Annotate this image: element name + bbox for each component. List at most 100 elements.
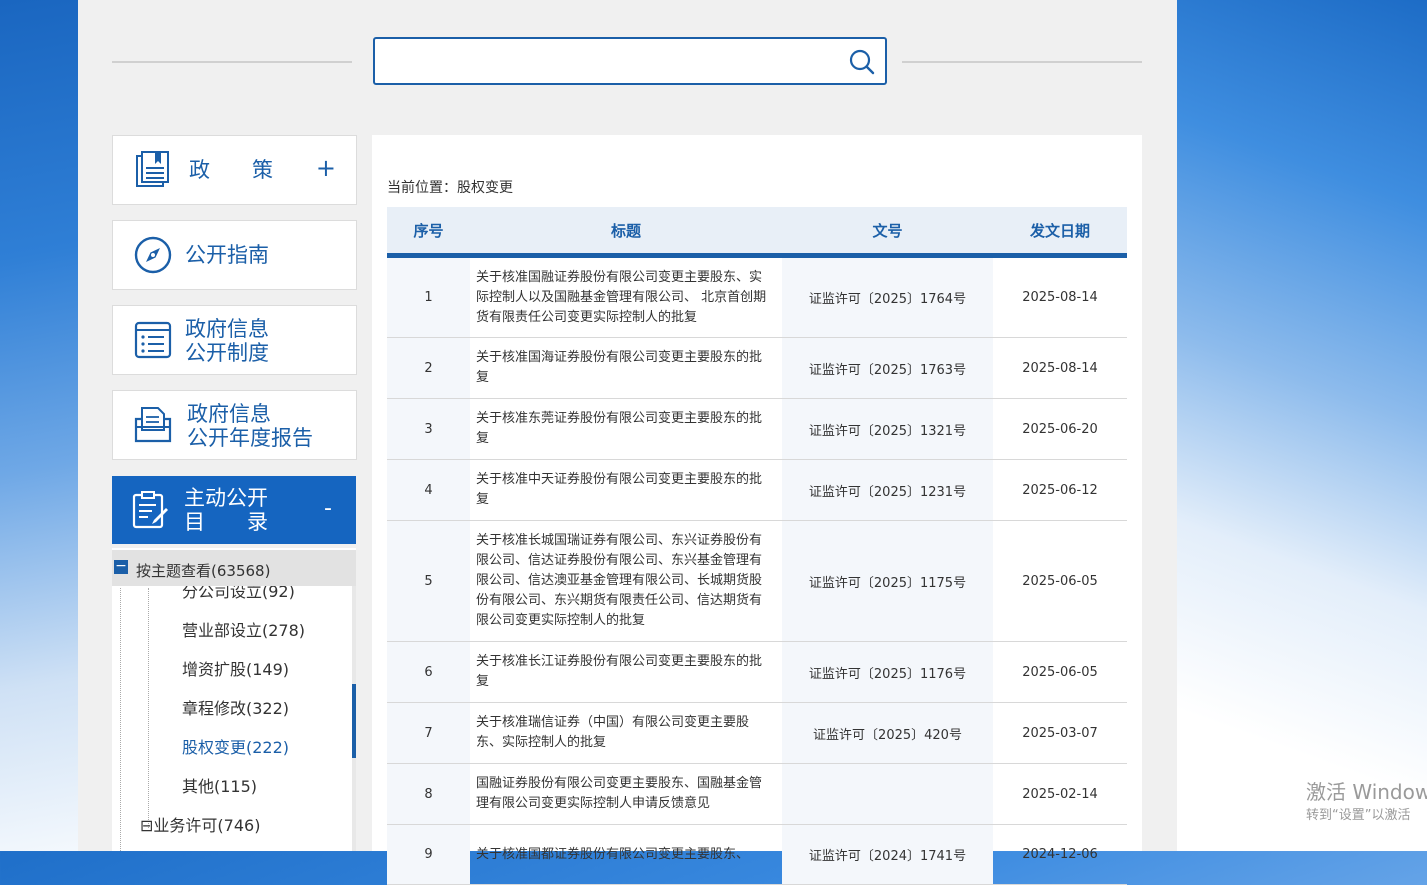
sidebar-card-label-line2: 公开制度 [185,341,269,365]
row-date: 2025-06-12 [993,459,1127,521]
title-link[interactable]: 关于核准瑞信证券（中国）有限公司变更主要股东、实际控制人的批复 [476,715,749,750]
row-doc-number: 证监许可〔2025〕1175号 [782,520,993,642]
divider-left [112,61,352,63]
tree-item[interactable]: 章程修改(322) [182,695,289,719]
row-index: 8 [387,763,470,825]
row-date: 2025-03-07 [993,702,1127,764]
table-row[interactable]: 1 关于核准国融证券股份有限公司变更主要股东、实际控制人以及国融基金管理有限公司、… [387,255,1127,338]
row-title-link[interactable]: 关于核准国都证券股份有限公司变更主要股东、 [470,824,782,885]
table-row[interactable]: 3 关于核准东莞证券股份有限公司变更主要股东的批复 证监许可〔2025〕1321号 2… [387,398,1127,460]
row-title-link[interactable]: 关于核准长城国瑞证券有限公司、东兴证券股份有限公司、信达证券股份有限公司、东兴基… [470,520,782,642]
background-left [0,0,78,851]
row-index: 3 [387,398,470,460]
windows-activation-hint: 转到“设置”以激活 [1306,808,1411,823]
row-title-link[interactable]: 关于核准长江证券股份有限公司变更主要股东的批复 [470,641,782,703]
sidebar-card-label: 公开指南 [185,243,269,267]
sidebar-card-policy[interactable]: 政 策 + [112,135,357,205]
row-date: 2025-06-20 [993,398,1127,460]
row-title-link[interactable]: 国融证券股份有限公司变更主要股东、国融基金管理有限公司变更实际控制人申请反馈意见 [470,763,782,825]
title-link[interactable]: 关于核准国海证券股份有限公司变更主要股东的批复 [476,350,762,385]
table-row[interactable]: 2 关于核准国海证券股份有限公司变更主要股东的批复 证监许可〔2025〕1763号 2… [387,337,1127,399]
row-title-link[interactable]: 关于核准国融证券股份有限公司变更主要股东、实际控制人以及国融基金管理有限公司、 … [470,255,782,338]
column-header-index: 序号 [387,207,470,258]
tree-item[interactable]: 增资扩股(149) [182,656,289,680]
sidebar-card-annual-report[interactable]: 政府信息 公开年度报告 [112,390,357,460]
title-link[interactable]: 关于核准国融证券股份有限公司变更主要股东、实际控制人以及国融基金管理有限公司、 … [476,270,766,325]
tree-item[interactable]: 其他(115) [182,773,257,797]
sidebar-card-label: 政 策 [189,158,273,182]
row-title-link[interactable]: 关于核准中天证券股份有限公司变更主要股东的批复 [470,459,782,521]
tree-guide-line [148,588,149,828]
table-row[interactable]: 4 关于核准中天证券股份有限公司变更主要股东的批复 证监许可〔2025〕1231号 2… [387,459,1127,521]
column-header-title: 标题 [470,207,782,258]
sidebar-card-label-line1: 政府信息 [187,402,271,426]
row-index: 4 [387,459,470,521]
content-panel: 当前位置：股权变更 序号 标题 文号 发文日期 1 关于核准国融证券股份有限公司变… [372,135,1142,885]
search-box [373,37,887,85]
row-index: 6 [387,641,470,703]
sidebar-card-label-line1: 政府信息 [185,317,269,341]
row-index: 9 [387,824,470,885]
divider-right [902,61,1142,63]
row-doc-number: 证监许可〔2025〕1321号 [782,398,993,460]
table-row[interactable]: 5 关于核准长城国瑞证券有限公司、东兴证券股份有限公司、信达证券股份有限公司、东兴… [387,520,1127,642]
row-doc-number: 证监许可〔2025〕420号 [782,702,993,764]
table-row[interactable]: 9 关于核准国都证券股份有限公司变更主要股东、 证监许可〔2024〕1741号 202… [387,824,1127,885]
tree-scrollbar-thumb[interactable] [352,684,356,758]
row-date: 2025-08-14 [993,337,1127,399]
expand-icon[interactable]: + [316,156,336,180]
row-index: 1 [387,255,470,338]
tree-item[interactable]: 营业部设立(278) [182,617,305,641]
sidebar-card-active-catalog[interactable]: 主动公开 目 录 - [112,476,356,544]
book-icon [136,151,169,187]
row-title-link[interactable]: 关于核准瑞信证券（中国）有限公司变更主要股东、实际控制人的批复 [470,702,782,764]
topic-tree: 分公司设立(92) − 按主题查看(63568) 营业部设立(278) 增资扩股… [112,548,356,851]
results-table: 序号 标题 文号 发文日期 1 关于核准国融证券股份有限公司变更主要股东、实际控制… [387,207,1127,885]
column-header-date: 发文日期 [993,207,1127,258]
sidebar-card-label-line2: 目 录 [184,510,268,534]
tree-header[interactable]: − 按主题查看(63568) [112,550,356,586]
row-doc-number: 证监许可〔2025〕1231号 [782,459,993,521]
tree-guide-line [120,588,121,851]
title-link[interactable]: 关于核准长江证券股份有限公司变更主要股东的批复 [476,654,762,689]
row-title-link[interactable]: 关于核准国海证券股份有限公司变更主要股东的批复 [470,337,782,399]
row-date: 2025-08-14 [993,255,1127,338]
compass-icon [134,236,172,274]
row-date: 2025-02-14 [993,763,1127,825]
tree-header-label: 按主题查看(63568) [136,562,271,580]
collapse-icon[interactable]: - [324,496,332,521]
row-index: 2 [387,337,470,399]
title-link[interactable]: 关于核准东莞证券股份有限公司变更主要股东的批复 [476,411,762,446]
row-doc-number: 证监许可〔2024〕1741号 [782,824,993,885]
sidebar-card-system[interactable]: 政府信息 公开制度 [112,305,357,375]
table-row[interactable]: 6 关于核准长江证券股份有限公司变更主要股东的批复 证监许可〔2025〕1176号 2… [387,641,1127,703]
row-doc-number [782,763,993,825]
list-icon [134,321,172,359]
search-icon[interactable] [849,49,875,75]
main-panel: 政 策 + 公开指南 政府信息 公开制度 政府信息 公开年度报告 主动公开 目 … [78,0,1177,885]
table-row[interactable]: 7 关于核准瑞信证券（中国）有限公司变更主要股东、实际控制人的批复 证监许可〔202… [387,702,1127,764]
title-link[interactable]: 国融证券股份有限公司变更主要股东、国融基金管理有限公司变更实际控制人申请反馈意见 [476,776,762,811]
folder-document-icon [134,407,172,443]
sidebar-card-guide[interactable]: 公开指南 [112,220,357,290]
column-header-doc-number: 文号 [782,207,993,258]
row-date: 2024-12-06 [993,824,1127,885]
row-title-link[interactable]: 关于核准东莞证券股份有限公司变更主要股东的批复 [470,398,782,460]
windows-activation-watermark: 激活 Windows [1306,780,1427,804]
row-doc-number: 证监许可〔2025〕1176号 [782,641,993,703]
row-date: 2025-06-05 [993,520,1127,642]
collapse-icon[interactable]: − [114,559,128,574]
tree-item-active[interactable]: 股权变更(222) [182,734,289,758]
title-link[interactable]: 关于核准国都证券股份有限公司变更主要股东、 [476,847,749,862]
title-link[interactable]: 关于核准长城国瑞证券有限公司、东兴证券股份有限公司、信达证券股份有限公司、东兴基… [476,533,762,628]
row-index: 7 [387,702,470,764]
tree-item[interactable]: ⊟业务许可(746) [140,812,260,836]
row-date: 2025-06-05 [993,641,1127,703]
sidebar-card-label-line1: 主动公开 [184,486,268,510]
breadcrumb: 当前位置：股权变更 [387,180,513,196]
row-doc-number: 证监许可〔2025〕1763号 [782,337,993,399]
title-link[interactable]: 关于核准中天证券股份有限公司变更主要股东的批复 [476,472,762,507]
clipboard-edit-icon [132,491,168,529]
search-input[interactable] [385,41,839,83]
table-row[interactable]: 8 国融证券股份有限公司变更主要股东、国融基金管理有限公司变更实际控制人申请反馈意… [387,763,1127,825]
